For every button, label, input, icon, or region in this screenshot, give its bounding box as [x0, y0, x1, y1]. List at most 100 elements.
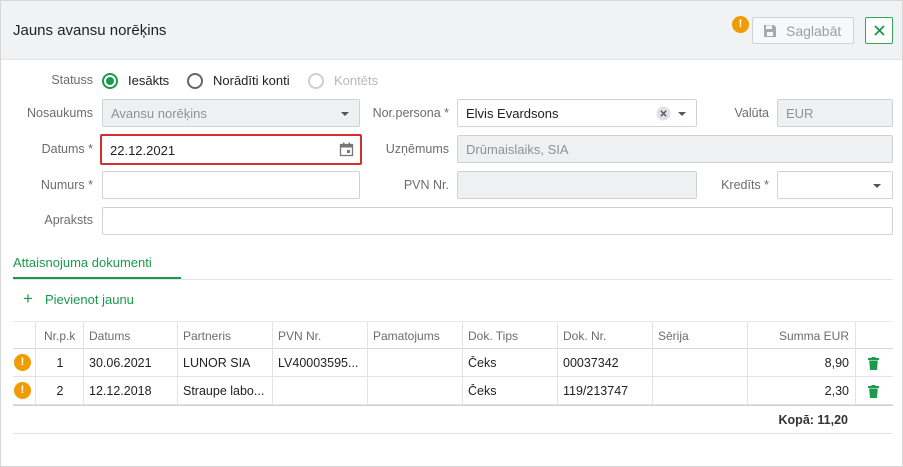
cell-summa: 8,90: [747, 349, 855, 377]
cell-text: 119/213747: [563, 384, 629, 398]
cell-actions: [855, 349, 893, 377]
kredits-label: Kredīts *: [721, 178, 769, 192]
header-cell[interactable]: Pamatojums: [367, 322, 462, 350]
cell-text: Straupe labo...: [183, 384, 265, 398]
save-button-label: Saglabāt: [786, 23, 842, 39]
cell-text: 8,90: [824, 356, 849, 370]
cell-text: 12.12.2018: [89, 384, 152, 398]
header-cell[interactable]: Summa EUR: [747, 322, 855, 350]
nor-persona-label: Nor.persona *: [372, 106, 449, 120]
header-label: Summa EUR: [778, 329, 849, 343]
table-total: Kopā: 11,20: [778, 413, 848, 427]
add-new-label: Pievienot jaunu: [45, 292, 134, 307]
row-warning-cell: !: [13, 377, 35, 405]
header-cell[interactable]: Partneris: [177, 322, 272, 350]
trash-icon[interactable]: [868, 357, 879, 370]
header-label: PVN Nr.: [278, 329, 322, 343]
tab-attaisnojuma-dokumenti[interactable]: Attaisnojuma dokumenti: [13, 255, 152, 270]
datums-input[interactable]: 22.12.2021: [100, 134, 362, 165]
pvn-nr-label: PVN Nr.: [403, 178, 449, 192]
cell-text: LV40003595...: [278, 356, 359, 370]
apraksts-input[interactable]: [102, 207, 893, 235]
status-label: Statuss: [51, 73, 93, 87]
header-cell[interactable]: PVN Nr.: [272, 322, 367, 350]
status-option-label: Iesākts: [128, 73, 170, 88]
nosaukums-value: Avansu norēķins: [111, 106, 207, 121]
header-cell[interactable]: Dok. Tips: [462, 322, 557, 350]
cell-text: 00037342: [563, 356, 619, 370]
table-row[interactable]: ! 2 12.12.2018 Straupe labo... Čeks 119/…: [13, 377, 893, 405]
cell-summa: 2,30: [747, 377, 855, 405]
chevron-down-icon[interactable]: [678, 112, 686, 116]
table-row[interactable]: ! 1 30.06.2021 LUNOR SIA LV40003595... Č…: [13, 349, 893, 377]
cell-pamatojums: [367, 349, 462, 377]
status-radio-noraditi-konti[interactable]: [187, 73, 203, 89]
cell-text: 1: [56, 356, 64, 370]
cell-dok-nr: 00037342: [557, 349, 652, 377]
row-warning-cell: !: [13, 349, 35, 377]
valuta-label: Valūta: [734, 106, 769, 120]
warning-icon[interactable]: !: [732, 16, 749, 33]
uznemums-value: Drūmaislaiks, SIA: [466, 142, 569, 157]
status-option-label: Norādīti konti: [213, 73, 290, 88]
cell-serija: [652, 377, 747, 405]
kredits-select[interactable]: [777, 171, 893, 199]
clear-icon[interactable]: [656, 106, 671, 121]
calendar-icon[interactable]: [339, 142, 354, 157]
cell-text: Čeks: [468, 384, 497, 398]
cell-dok-nr: 119/213747: [557, 377, 652, 405]
cell-actions: [855, 377, 893, 405]
warning-icon[interactable]: !: [14, 382, 31, 399]
datums-label: Datums *: [41, 142, 93, 156]
uznemums-field: Drūmaislaiks, SIA: [457, 135, 893, 163]
cell-partneris: Straupe labo...: [177, 377, 272, 405]
numurs-label: Numurs *: [40, 178, 93, 192]
nor-persona-select[interactable]: Elvis Evardsons: [457, 99, 697, 127]
dialog: Jauns avansu norēķins ! Saglabāt Statuss…: [0, 0, 903, 467]
cell-serija: [652, 349, 747, 377]
apraksts-label: Apraksts: [44, 213, 93, 227]
pvn-nr-field: [457, 171, 697, 199]
header-cell[interactable]: Nr.p.k: [35, 322, 83, 350]
plus-icon: +: [23, 289, 33, 308]
header-cell-actions: [855, 322, 893, 350]
save-button[interactable]: Saglabāt: [752, 17, 854, 44]
cell-partneris: LUNOR SIA: [177, 349, 272, 377]
datums-value: 22.12.2021: [110, 143, 176, 158]
uznemums-label: Uzņēmums: [385, 142, 449, 156]
cell-text: LUNOR SIA: [183, 356, 251, 370]
header-label: Dok. Tips: [468, 329, 519, 343]
status-radio-konteets: [308, 73, 324, 89]
valuta-value: EUR: [786, 106, 814, 121]
nor-persona-value: Elvis Evardsons: [466, 106, 559, 121]
cell-text: 2,30: [824, 384, 849, 398]
header-cell[interactable]: Dok. Nr.: [557, 322, 652, 350]
dialog-title: Jauns avansu norēķins: [13, 22, 167, 39]
status-radio-iesakts[interactable]: [102, 73, 118, 89]
nosaukums-label: Nosaukums: [27, 106, 93, 120]
header-label: Partneris: [183, 329, 232, 343]
header-cell[interactable]: Sērija: [652, 322, 747, 350]
close-icon: [874, 25, 885, 36]
status-option-label: Kontēts: [334, 73, 379, 88]
cell-nr: 2: [35, 377, 83, 405]
cell-nr: 1: [35, 349, 83, 377]
cell-datums: 12.12.2018: [83, 377, 177, 405]
cell-text: Čeks: [468, 356, 497, 370]
header-label: Pamatojums: [373, 329, 440, 343]
cell-datums: 30.06.2021: [83, 349, 177, 377]
floppy-disk-icon: [764, 25, 776, 37]
chevron-down-icon[interactable]: [873, 184, 881, 188]
table-footer-divider: [13, 405, 893, 406]
close-button[interactable]: [865, 17, 893, 44]
valuta-field: EUR: [777, 99, 893, 127]
numurs-input[interactable]: [102, 171, 360, 199]
cell-pamatojums: [367, 377, 462, 405]
trash-icon[interactable]: [868, 385, 879, 398]
warning-icon[interactable]: !: [14, 354, 31, 371]
cell-tips: Čeks: [462, 377, 557, 405]
header-cell[interactable]: Datums: [83, 322, 177, 350]
header-label: Nr.p.k: [44, 329, 76, 343]
cell-pvn: [272, 377, 367, 405]
table-header: Nr.p.k Datums Partneris PVN Nr. Pamatoju…: [13, 321, 893, 350]
